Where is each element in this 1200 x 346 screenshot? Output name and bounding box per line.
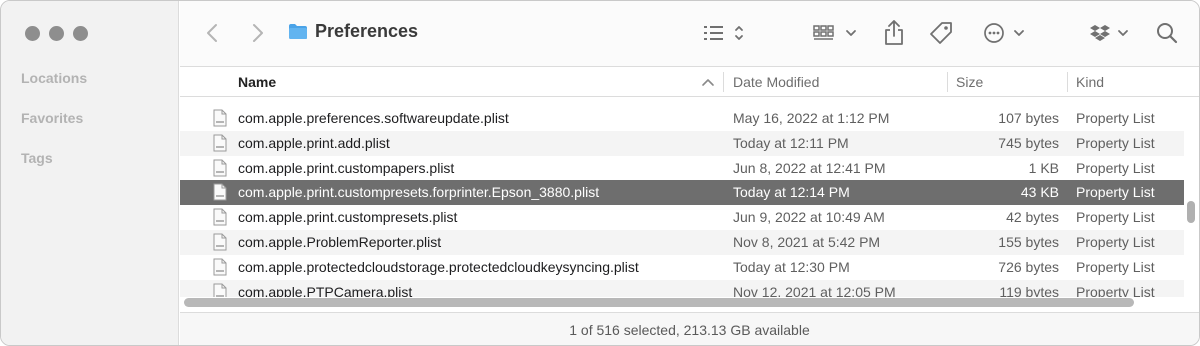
file-date-modified: Today at 12:11 PM bbox=[733, 134, 849, 151]
column-header-bar: Name Date Modified Size Kind bbox=[180, 67, 1199, 97]
plist-file-icon bbox=[213, 258, 227, 276]
status-text: 1 of 516 selected, 213.13 GB available bbox=[569, 322, 810, 338]
file-size: 1 KB bbox=[1028, 159, 1059, 176]
table-row[interactable]: com.apple.print.add.plist Today at 12:11… bbox=[180, 130, 1184, 156]
folder-title: Preferences bbox=[315, 21, 419, 41]
folder-icon bbox=[289, 24, 307, 39]
file-size: 726 bytes bbox=[998, 258, 1059, 275]
file-kind: Property List bbox=[1076, 184, 1155, 201]
file-name: com.apple.print.custompresets.plist bbox=[238, 209, 458, 226]
list-view-icon bbox=[704, 26, 743, 40]
column-header-name[interactable]: Name bbox=[238, 74, 276, 90]
share-button[interactable] bbox=[883, 20, 905, 46]
table-row[interactable]: com.apple.ProblemReporter.plist Nov 8, 2… bbox=[180, 230, 1184, 255]
file-list: com.apple.preferences.softwareupdate.pli… bbox=[180, 97, 1184, 297]
file-date-modified: Nov 8, 2021 at 5:42 PM bbox=[733, 234, 881, 250]
file-date-modified: Jun 8, 2022 at 12:41 PM bbox=[733, 159, 886, 176]
column-divider[interactable] bbox=[723, 72, 724, 92]
sidebar-section-tags[interactable]: Tags bbox=[21, 150, 53, 166]
file-size: 155 bytes bbox=[998, 234, 1059, 250]
window-controls bbox=[25, 26, 88, 41]
column-header-kind[interactable]: Kind bbox=[1076, 74, 1104, 90]
table-row[interactable]: com.apple.PTPCamera.plist Nov 12, 2021 a… bbox=[180, 279, 1184, 297]
close-window-button[interactable] bbox=[25, 26, 40, 41]
tag-icon bbox=[930, 22, 952, 44]
back-button[interactable] bbox=[206, 23, 218, 43]
sidebar: Locations Favorites Tags bbox=[1, 1, 179, 345]
file-size: 43 KB bbox=[1020, 184, 1059, 201]
file-date-modified: Nov 12, 2021 at 12:05 PM bbox=[733, 283, 896, 297]
file-size: 42 bytes bbox=[1006, 209, 1059, 226]
vertical-scrollbar[interactable] bbox=[1187, 201, 1195, 223]
toolbar: Preferences bbox=[180, 1, 1199, 67]
sidebar-section-locations[interactable]: Locations bbox=[21, 70, 87, 86]
actions-menu-button[interactable] bbox=[983, 22, 1027, 44]
column-header-date-modified[interactable]: Date Modified bbox=[733, 74, 819, 90]
finder-window: Locations Favorites Tags Preferences Nam… bbox=[0, 0, 1200, 346]
file-kind: Property List bbox=[1076, 258, 1155, 275]
view-options-button[interactable] bbox=[702, 23, 746, 43]
plist-file-icon bbox=[213, 283, 227, 297]
dropbox-icon bbox=[1090, 25, 1128, 41]
share-icon bbox=[885, 20, 903, 45]
table-row[interactable]: com.apple.protectedcloudstorage.protecte… bbox=[180, 255, 1184, 280]
window-title: Preferences bbox=[288, 21, 418, 42]
file-kind: Property List bbox=[1076, 159, 1155, 176]
plist-file-icon bbox=[213, 233, 227, 251]
file-date-modified: Today at 12:14 PM bbox=[733, 184, 850, 201]
search-button[interactable] bbox=[1156, 22, 1178, 44]
column-header-size[interactable]: Size bbox=[956, 74, 983, 90]
more-actions-icon bbox=[984, 23, 1024, 43]
column-divider[interactable] bbox=[1067, 72, 1068, 92]
table-row[interactable]: com.apple.preferences.softwareupdate.pli… bbox=[180, 106, 1184, 131]
plist-file-icon bbox=[213, 109, 227, 127]
column-divider[interactable] bbox=[947, 72, 948, 92]
file-size: 107 bytes bbox=[998, 110, 1059, 126]
plist-file-icon bbox=[213, 183, 227, 201]
file-name: com.apple.ProblemReporter.plist bbox=[238, 234, 442, 250]
table-row[interactable]: com.apple.print.custompapers.plist Jun 8… bbox=[180, 156, 1184, 181]
file-name: com.apple.print.custompresets.forprinter… bbox=[238, 184, 600, 201]
search-icon bbox=[1157, 23, 1178, 44]
sort-ascending-icon[interactable] bbox=[701, 77, 715, 87]
file-name: com.apple.PTPCamera.plist bbox=[238, 283, 413, 297]
dropbox-button[interactable] bbox=[1088, 23, 1132, 43]
sidebar-section-favorites[interactable]: Favorites bbox=[21, 110, 83, 126]
file-kind: Property List bbox=[1076, 134, 1155, 151]
file-name: com.apple.print.custompapers.plist bbox=[238, 159, 455, 176]
back-chevron-icon bbox=[207, 24, 217, 42]
file-size: 745 bytes bbox=[998, 134, 1059, 151]
group-by-icon bbox=[813, 25, 856, 40]
zoom-window-button[interactable] bbox=[73, 26, 88, 41]
plist-file-icon bbox=[213, 208, 227, 226]
file-size: 119 bytes bbox=[999, 283, 1059, 297]
table-row[interactable]: com.apple.print.custompresets.plist Jun … bbox=[180, 205, 1184, 230]
group-by-button[interactable] bbox=[812, 23, 858, 43]
file-name: com.apple.preferences.softwareupdate.pli… bbox=[238, 110, 509, 126]
plist-file-icon bbox=[213, 159, 227, 177]
forward-chevron-icon bbox=[253, 24, 263, 42]
minimize-window-button[interactable] bbox=[49, 26, 64, 41]
file-kind: Property List bbox=[1076, 283, 1155, 297]
status-bar: 1 of 516 selected, 213.13 GB available bbox=[180, 312, 1199, 345]
file-kind: Property List bbox=[1076, 209, 1155, 226]
file-kind: Property List bbox=[1076, 234, 1155, 250]
plist-file-icon bbox=[213, 134, 227, 152]
file-name: com.apple.protectedcloudstorage.protecte… bbox=[238, 258, 639, 275]
table-row-selected[interactable]: com.apple.print.custompresets.forprinter… bbox=[180, 180, 1184, 206]
file-date-modified: Jun 9, 2022 at 10:49 AM bbox=[733, 209, 885, 226]
file-kind: Property List bbox=[1076, 110, 1155, 126]
tags-button[interactable] bbox=[929, 21, 953, 45]
forward-button[interactable] bbox=[252, 23, 264, 43]
file-date-modified: Today at 12:30 PM bbox=[733, 258, 850, 275]
horizontal-scrollbar[interactable] bbox=[184, 298, 1134, 307]
file-date-modified: May 16, 2022 at 1:12 PM bbox=[733, 110, 890, 126]
file-name: com.apple.print.add.plist bbox=[238, 134, 390, 151]
